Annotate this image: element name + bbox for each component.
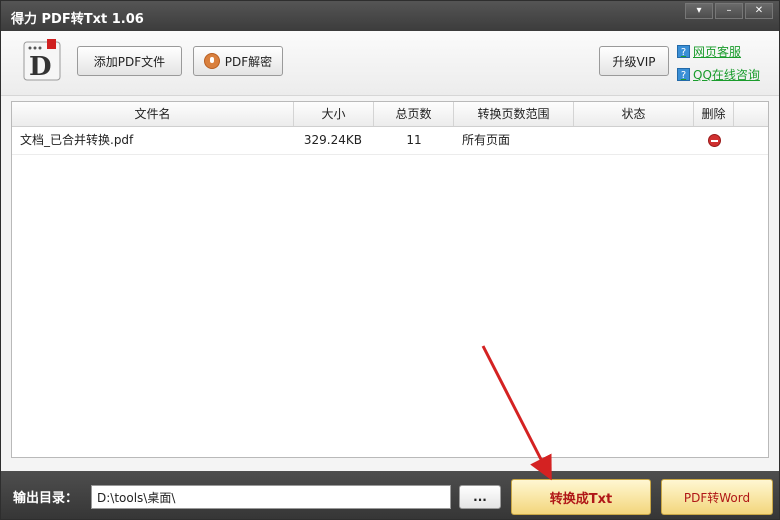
column-header-filename[interactable]: 文件名 — [12, 102, 294, 126]
pdf-to-word-button[interactable]: PDF转Word — [661, 479, 773, 515]
unlock-icon — [203, 53, 220, 69]
menu-button[interactable]: ▾ — [685, 3, 713, 19]
upgrade-vip-button[interactable]: 升级VIP — [599, 46, 669, 76]
add-pdf-button[interactable]: 添加PDF文件 — [77, 46, 182, 76]
qq-service-link[interactable]: ? QQ在线咨询 — [677, 66, 760, 83]
cell-range[interactable]: 所有页面 — [454, 126, 574, 154]
app-window: 得力 PDF转Txt 1.06 ▾ – ✕ D 添加PDF文件 PDF解密 升级… — [0, 0, 780, 520]
pdf-decrypt-button[interactable]: PDF解密 — [193, 46, 283, 76]
add-pdf-label: 添加PDF文件 — [93, 54, 166, 69]
cell-pages: 11 — [406, 133, 422, 147]
close-button[interactable]: ✕ — [745, 3, 773, 19]
browse-label: ... — [473, 490, 487, 504]
qq-service-label: QQ在线咨询 — [693, 68, 760, 82]
pdf-to-word-label: PDF转Word — [683, 490, 751, 505]
column-header-size[interactable]: 大小 — [294, 102, 374, 126]
column-header-status[interactable]: 状态 — [574, 102, 694, 126]
cell-size: 329.24KB — [303, 133, 362, 147]
cell-status — [574, 126, 694, 154]
web-service-label: 网页客服 — [693, 45, 742, 59]
file-table[interactable]: 文件名 大小 总页数 转换页数范围 状态 删除 文档_已合并转换.pdf 329… — [11, 101, 769, 458]
bottom-bar: 输出目录： ... 转换成Txt PDF转Word — [1, 471, 779, 519]
help-icon: ? — [677, 45, 690, 58]
window-title: 得力 PDF转Txt 1.06 — [11, 12, 144, 27]
convert-txt-label: 转换成Txt — [549, 491, 613, 507]
cell-delete — [694, 126, 734, 154]
minimize-button[interactable]: – — [715, 3, 743, 19]
column-header-delete[interactable]: 删除 — [694, 102, 734, 126]
title-bar[interactable]: 得力 PDF转Txt 1.06 ▾ – ✕ — [1, 1, 779, 31]
table-row[interactable]: 文档_已合并转换.pdf 329.24KB 11 所有页面 — [12, 126, 768, 155]
output-path-input[interactable] — [91, 485, 451, 509]
logo-letter: D — [29, 52, 52, 82]
upgrade-vip-label: 升级VIP — [612, 54, 656, 69]
cell-filename: 文档_已合并转换.pdf — [20, 133, 134, 147]
window-controls: ▾ – ✕ — [683, 3, 773, 19]
output-dir-label: 输出目录： — [13, 491, 79, 506]
web-service-link[interactable]: ? 网页客服 — [677, 43, 741, 60]
app-logo: D — [23, 39, 61, 82]
browse-button[interactable]: ... — [459, 485, 501, 509]
toolbar: D 添加PDF文件 PDF解密 升级VIP ? 网页客服 ? QQ在线咨询 — [1, 31, 779, 96]
table-header: 文件名 大小 总页数 转换页数范围 状态 删除 — [12, 102, 768, 127]
column-header-pages[interactable]: 总页数 — [374, 102, 454, 126]
column-header-range[interactable]: 转换页数范围 — [454, 102, 574, 126]
help-icon: ? — [677, 68, 690, 81]
convert-txt-button[interactable]: 转换成Txt — [511, 479, 651, 515]
delete-icon[interactable] — [707, 134, 721, 147]
pdf-decrypt-label: PDF解密 — [224, 54, 273, 69]
